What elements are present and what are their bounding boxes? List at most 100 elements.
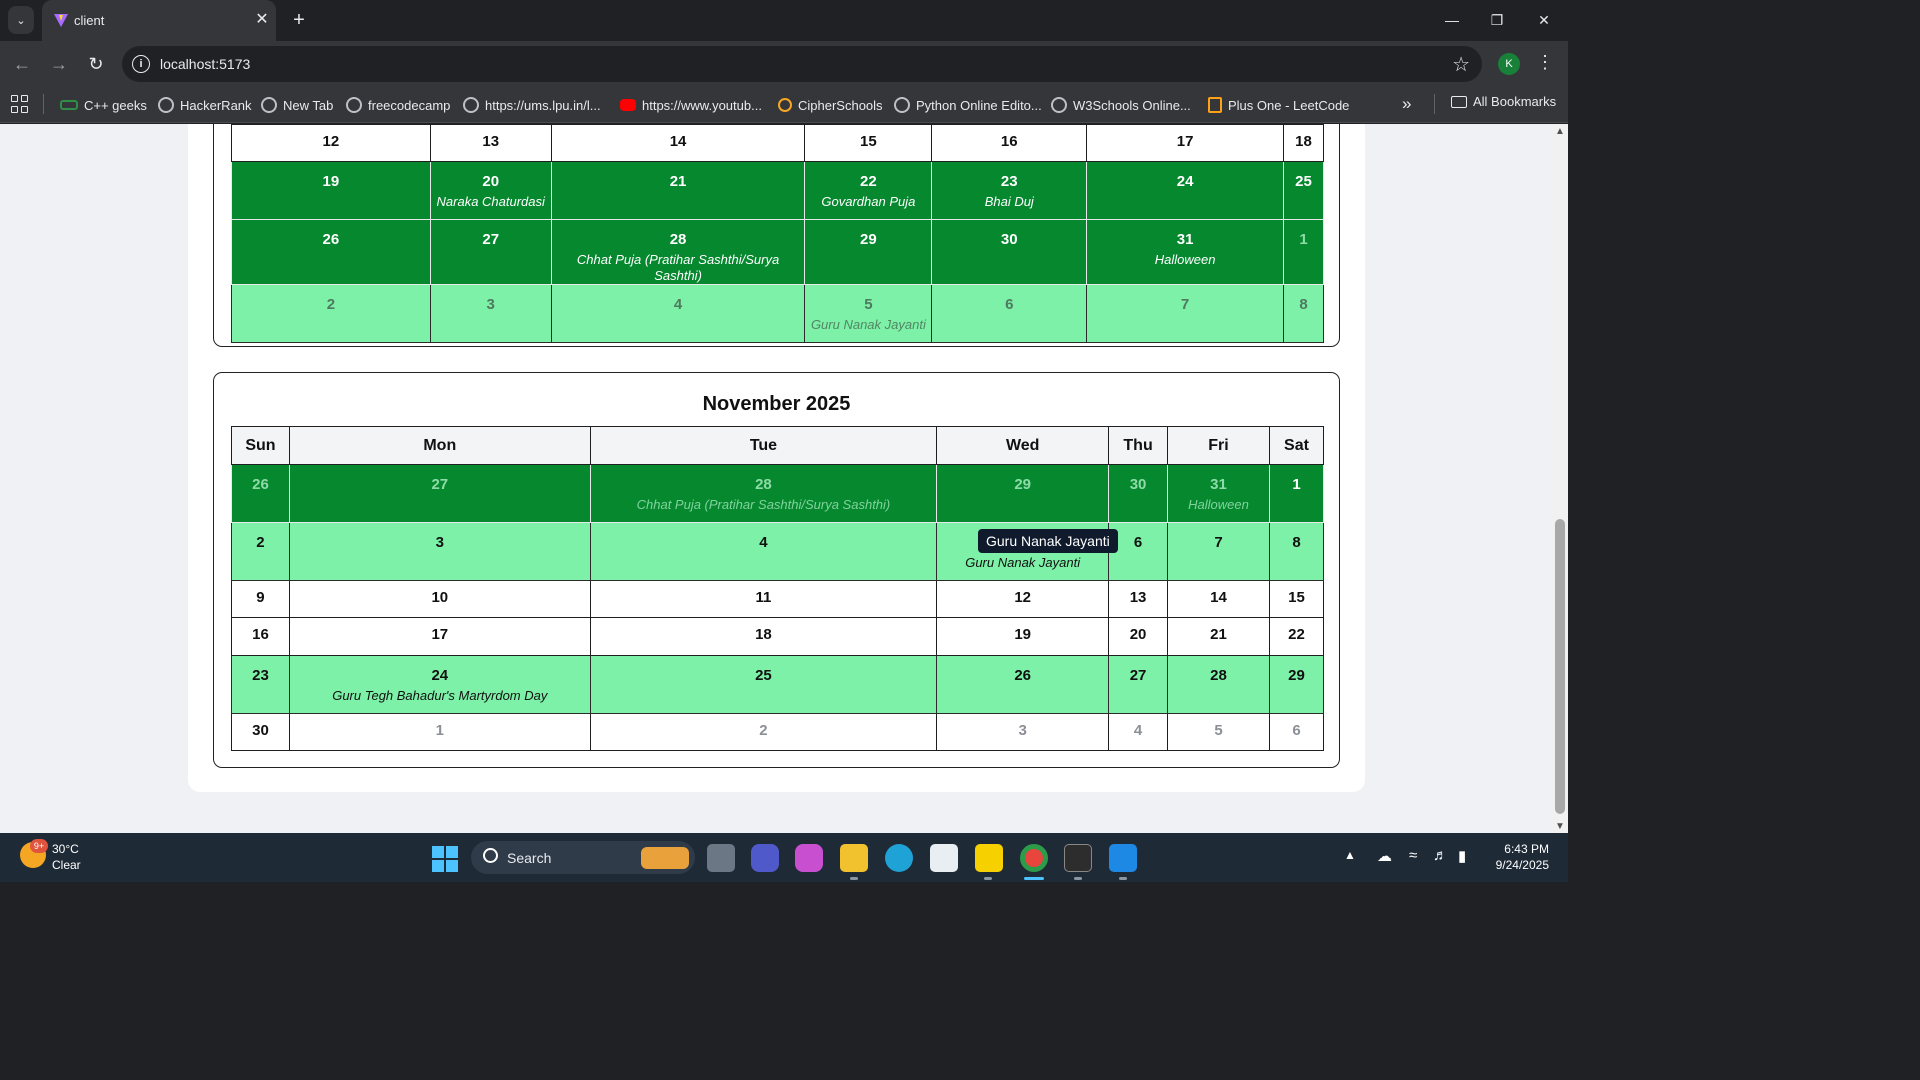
chrome-icon[interactable] [1020,844,1048,872]
calendar-day-cell[interactable]: 1 [1282,219,1325,285]
calendar-day-cell[interactable]: 15 [804,124,933,162]
bookmark-freecodecamp[interactable]: freecodecamp [346,94,450,116]
calendar-day-cell[interactable]: 21 [550,161,806,220]
bookmark-w3schools[interactable]: W3Schools Online... [1051,94,1191,116]
calendar-day-cell[interactable]: 7 [1167,522,1270,581]
calendar-day-cell[interactable]: 25 [589,655,938,714]
calendar-day-cell[interactable]: 8 [1282,284,1325,343]
bookmark-youtube[interactable]: https://www.youtub... [620,94,762,116]
profile-avatar[interactable]: K [1498,53,1520,75]
calendar-day-cell[interactable]: 20 Naraka Chaturdasi [429,161,552,220]
calendar-day-cell[interactable]: 18 [589,617,938,656]
calendar-day-cell[interactable]: 29 [1268,655,1325,714]
reload-button[interactable]: ↻ [84,52,108,76]
tab-search-button[interactable]: ⌄ [8,6,34,34]
calendar-day-cell[interactable]: 11 [589,580,938,618]
calendar-day-cell[interactable]: 4 [1108,713,1169,751]
calendar-day-cell[interactable]: 28 Chhat Puja (Pratihar Sashthi/Surya Sas… [550,219,806,285]
url-text[interactable]: localhost:5173 [160,56,250,72]
calendar-day-cell[interactable]: 23 Bhai Duj [931,161,1088,220]
scroll-up-arrow-icon[interactable]: ▲ [1555,126,1565,137]
site-info-icon[interactable]: i [132,55,150,73]
scroll-thumb[interactable] [1555,519,1565,814]
clock-date[interactable]: 9/24/2025 [1487,858,1549,872]
all-bookmarks-button[interactable]: All Bookmarks [1451,94,1556,109]
scroll-down-arrow-icon[interactable]: ▼ [1555,821,1565,832]
calendar-day-cell[interactable]: 23 [231,655,290,714]
calendar-day-cell[interactable]: 30 [231,713,290,751]
calendar-day-cell[interactable]: 2 [589,713,938,751]
calendar-day-cell[interactable]: 30 [931,219,1088,285]
weather-temperature[interactable]: 30°C [52,842,79,856]
calendar-day-cell[interactable]: 14 [550,124,806,162]
calendar-day-cell[interactable]: 31 Halloween [1086,219,1284,285]
calendar-day-cell[interactable]: 7 [1086,284,1284,343]
calendar-day-cell[interactable]: 29 [804,219,933,285]
calendar-day-cell[interactable]: 12 [231,124,431,162]
more-menu-icon[interactable]: ⋮ [1536,52,1554,73]
bookmark-cpp-geeks[interactable]: C++ geeks [60,94,147,116]
calendar-day-cell[interactable]: 1 [288,713,591,751]
calendar-day-cell[interactable]: 13 [429,124,552,162]
calendar-day-cell[interactable]: 24 Guru Tegh Bahadur's Martyrdom Day [288,655,591,714]
microsoft-store-icon[interactable] [930,844,958,872]
calendar-day-cell[interactable]: 6 [1268,713,1325,751]
calendar-day-cell[interactable]: 4 [589,522,938,581]
calendar-day-cell[interactable]: 26 [936,655,1110,714]
calendar-day-cell[interactable]: 28 Chhat Puja (Pratihar Sashthi/Surya Sas… [589,464,938,523]
onedrive-icon[interactable]: ☁ [1377,847,1392,865]
restore-button[interactable]: ❐ [1482,8,1512,32]
apps-icon[interactable] [11,95,29,113]
calendar-day-cell[interactable]: 16 [931,124,1088,162]
calendar-day-cell[interactable]: 30 [1108,464,1169,523]
calendar-day-cell[interactable]: 3 [429,284,552,343]
calendar-day-cell[interactable]: 16 [231,617,290,656]
wifi-icon[interactable]: ≈ [1409,847,1417,864]
calendar-day-cell[interactable]: 17 [288,617,591,656]
calendar-day-cell[interactable]: 29 [936,464,1110,523]
bookmark-hackerrank[interactable]: HackerRank [158,94,252,116]
calendar-day-cell[interactable]: 18 [1282,124,1325,162]
calendar-day-cell[interactable]: 5 Guru Nanak Jayanti [804,284,933,343]
taskbar-search[interactable]: Search [471,841,695,874]
vscode-icon[interactable] [1109,844,1137,872]
calendar-day-cell[interactable]: 21 [1167,617,1270,656]
calendar-day-cell[interactable]: 1 [1268,464,1325,523]
bookmark-star-icon[interactable]: ☆ [1452,52,1470,77]
bookmark-new-tab[interactable]: New Tab [261,94,333,116]
page-scrollbar[interactable]: ▲ ▼ [1552,124,1568,833]
calendar-day-cell[interactable]: 9 [231,580,290,618]
calendar-day-cell[interactable]: 26 [231,464,290,523]
calendar-day-cell[interactable]: 31 Halloween [1167,464,1270,523]
calendar-day-cell[interactable]: 4 [550,284,806,343]
battery-icon[interactable]: ▮ [1458,847,1466,865]
calendar-day-cell[interactable]: 3 [288,522,591,581]
calendar-day-cell[interactable]: 19 [231,161,431,220]
file-explorer-icon[interactable] [840,844,868,872]
calendar-day-cell[interactable]: 26 [231,219,431,285]
address-bar[interactable]: i localhost:5173 ☆ [122,46,1482,82]
calendar-day-cell[interactable]: 24 [1086,161,1284,220]
calendar-day-cell[interactable]: 27 [1108,655,1169,714]
calendar-day-cell[interactable]: 19 [936,617,1110,656]
calendar-day-cell[interactable]: 2 [231,284,431,343]
calendar-day-cell[interactable]: 14 [1167,580,1270,618]
calendar-day-cell[interactable]: 3 [936,713,1110,751]
clock-time[interactable]: 6:43 PM [1497,842,1549,856]
volume-icon[interactable]: ♬ [1433,847,1448,864]
calendar-day-cell[interactable]: 22 Govardhan Puja [804,161,933,220]
calendar-day-cell[interactable]: 12 [936,580,1110,618]
sticky-notes-icon[interactable] [975,844,1003,872]
close-tab-icon[interactable]: ✕ [252,9,272,29]
calendar-day-cell[interactable]: 15 [1268,580,1325,618]
close-window-button[interactable]: ✕ [1529,8,1559,32]
teams-icon[interactable] [751,844,779,872]
calendar-day-cell[interactable]: 8 [1268,522,1325,581]
calendar-day-cell[interactable]: 13 [1108,580,1169,618]
calendar-day-cell[interactable]: 17 [1086,124,1284,162]
minimize-button[interactable]: — [1437,8,1467,32]
bookmark-ums-lpu[interactable]: https://ums.lpu.in/l... [463,94,601,116]
calendar-day-cell[interactable]: 27 [429,219,552,285]
tray-overflow-chevron-icon[interactable]: ▲ [1344,848,1356,862]
new-tab-button[interactable]: + [287,8,311,32]
